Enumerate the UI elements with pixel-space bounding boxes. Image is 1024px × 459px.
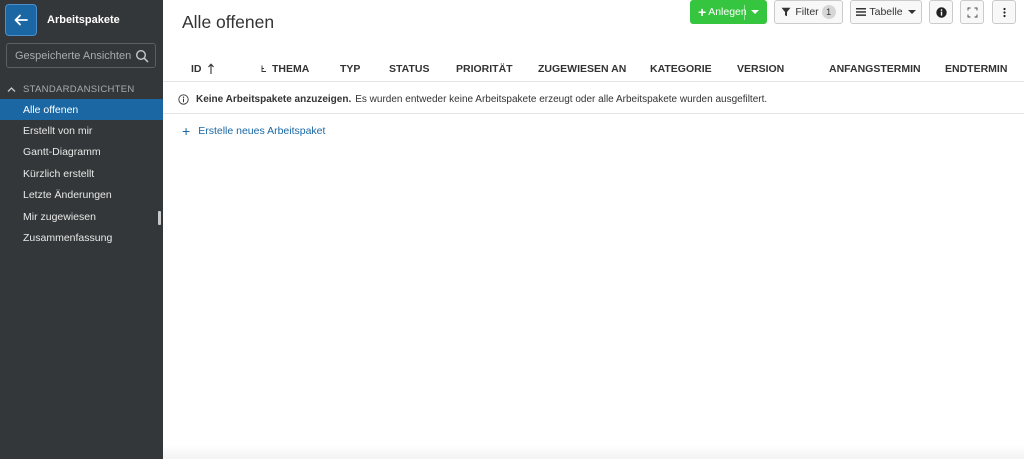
- filter-icon: [781, 7, 791, 17]
- create-link-label: Erstelle neues Arbeitspaket: [198, 125, 326, 137]
- create-work-package-link[interactable]: + Erstelle neues Arbeitspaket: [182, 124, 325, 138]
- back-button[interactable]: [5, 4, 37, 36]
- info-icon: [935, 6, 947, 18]
- divider: [744, 5, 745, 20]
- sidebar-item-mir-zugewiesen[interactable]: Mir zugewiesen: [0, 206, 163, 227]
- plus-icon: +: [182, 123, 191, 139]
- chevron-up-icon: [7, 86, 16, 92]
- sidebar-header: Arbeitspakete: [0, 0, 163, 40]
- empty-state-notice: Keine Arbeitspakete anzuzeigen. Es wurde…: [178, 92, 767, 106]
- notice-text: Es wurden entweder keine Arbeitspakete e…: [355, 93, 768, 105]
- footer-area: [163, 445, 1024, 459]
- view-mode-label: Tabelle: [869, 6, 903, 18]
- filter-button[interactable]: Filter 1: [774, 0, 843, 24]
- fullscreen-button[interactable]: [960, 0, 984, 24]
- column-header-typ[interactable]: TYP: [340, 63, 360, 75]
- saved-views-search[interactable]: [6, 43, 156, 68]
- more-vertical-icon: [1002, 7, 1006, 17]
- plus-icon: +: [698, 4, 707, 20]
- fullscreen-icon: [967, 7, 977, 17]
- hierarchy-icon: [261, 65, 266, 72]
- saved-views-search-input[interactable]: [15, 49, 133, 62]
- sidebar-item-kuerzlich-erstellt[interactable]: Kürzlich erstellt: [0, 163, 163, 184]
- page-title: Alle offenen: [182, 12, 275, 32]
- create-label: Anlegen: [708, 6, 747, 18]
- notice-bold: Keine Arbeitspakete anzuzeigen.: [196, 93, 352, 105]
- search-icon[interactable]: [135, 49, 149, 63]
- section-standard-views[interactable]: STANDARDANSICHTEN: [0, 82, 163, 96]
- divider: [163, 113, 1024, 114]
- sidebar-item-gantt-diagramm[interactable]: Gantt-Diagramm: [0, 142, 163, 163]
- caret-down-icon: [907, 10, 916, 14]
- column-header-anfangstermin[interactable]: ANFANGSTERMIN: [829, 63, 921, 75]
- filter-count-badge: 1: [821, 5, 836, 19]
- main-content: Alle offenen + Anlegen Filter 1 Tabelle …: [163, 0, 1024, 459]
- column-header-endtermin[interactable]: ENDTERMIN: [945, 63, 1007, 75]
- arrow-left-icon: [14, 14, 28, 26]
- column-header-version[interactable]: VERSION: [737, 63, 784, 75]
- section-label: STANDARDANSICHTEN: [23, 83, 135, 95]
- table-header: ID THEMA TYP STATUS PRIORITÄT ZUGEWIESEN…: [163, 58, 1024, 82]
- filter-label: Filter: [795, 6, 819, 18]
- sidebar-item-alle-offenen[interactable]: Alle offenen: [0, 99, 163, 121]
- column-header-zugewiesen-an[interactable]: ZUGEWIESEN AN: [538, 63, 626, 75]
- saved-views-list: Alle offenen Erstellt von mir Gantt-Diag…: [0, 99, 163, 249]
- table-icon: [856, 8, 867, 16]
- column-header-status[interactable]: STATUS: [389, 63, 429, 75]
- sidebar: Arbeitspakete STANDARDANSICHTEN Alle off…: [0, 0, 163, 459]
- sidebar-resize-handle[interactable]: [158, 211, 161, 225]
- sidebar-title: Arbeitspakete: [47, 14, 120, 26]
- caret-down-icon[interactable]: [751, 10, 759, 14]
- column-header-id[interactable]: ID: [191, 63, 215, 75]
- sort-ascending-icon: [207, 63, 214, 74]
- column-header-kategorie[interactable]: KATEGORIE: [650, 63, 712, 75]
- sidebar-item-zusammenfassung[interactable]: Zusammenfassung: [0, 227, 163, 248]
- details-button[interactable]: [929, 0, 953, 24]
- view-mode-button[interactable]: Tabelle: [850, 0, 922, 24]
- create-button[interactable]: + Anlegen: [690, 0, 767, 24]
- sidebar-item-letzte-aenderungen[interactable]: Letzte Änderungen: [0, 185, 163, 206]
- info-circle-icon: [178, 93, 189, 105]
- column-header-thema[interactable]: THEMA: [260, 63, 309, 75]
- more-options-button[interactable]: [992, 0, 1016, 24]
- sidebar-item-erstellt-von-mir[interactable]: Erstellt von mir: [0, 120, 163, 141]
- column-header-prioritaet[interactable]: PRIORITÄT: [456, 63, 513, 75]
